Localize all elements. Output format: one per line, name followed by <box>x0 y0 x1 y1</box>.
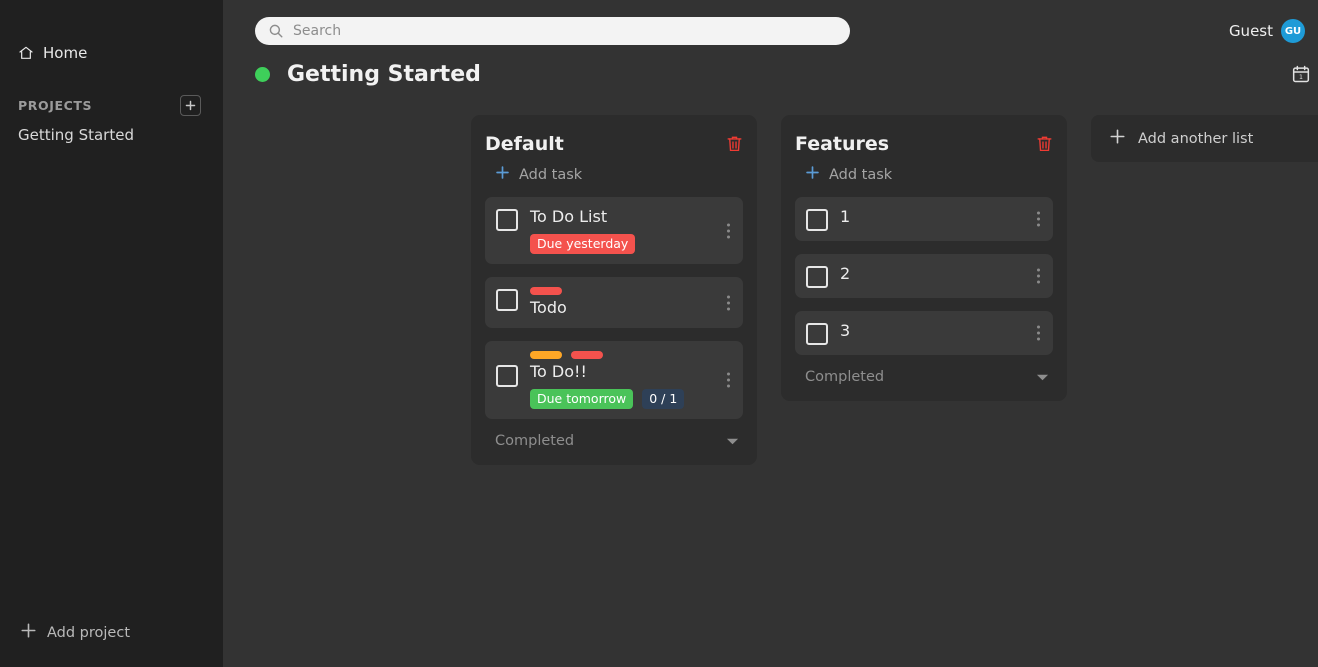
add-task-label: Add task <box>519 166 583 183</box>
list-header: Features <box>795 133 1053 155</box>
task-card[interactable]: Todo <box>485 277 743 328</box>
list-column-features: Features Add task 1 2 3 Completed <box>781 115 1067 401</box>
list-title: Features <box>795 133 890 155</box>
search-icon <box>268 23 284 39</box>
task-labels <box>530 351 731 359</box>
task-title: 2 <box>840 264 851 283</box>
task-menu-icon[interactable] <box>724 292 733 313</box>
sidebar: Home PROJECTS Getting Started Add projec… <box>0 0 223 667</box>
app-root: Home PROJECTS Getting Started Add projec… <box>0 0 1318 667</box>
trash-icon[interactable] <box>726 135 743 153</box>
label-chip <box>530 287 562 295</box>
status-dot-icon <box>255 66 270 82</box>
user-area: Guest GU <box>1229 19 1311 43</box>
task-content: To Do!! Due tomorrow 0 / 1 <box>530 351 731 409</box>
page-title: Getting Started <box>287 61 481 87</box>
add-task-button[interactable]: Add task <box>495 165 743 184</box>
completed-label: Completed <box>495 433 575 449</box>
add-project-label: Add project <box>47 624 131 641</box>
list-column-default: Default Add task To Do List Due yesterda… <box>471 115 757 465</box>
chevron-down-icon <box>1036 373 1049 382</box>
task-title: 3 <box>840 321 851 340</box>
main-area: Guest GU Getting Started 1 Default <box>223 0 1318 667</box>
task-title: 1 <box>840 207 851 226</box>
add-project-button[interactable]: Add project <box>20 622 130 643</box>
task-content: Todo <box>530 287 731 318</box>
sidebar-item-home[interactable]: Home <box>18 44 223 62</box>
task-checkbox[interactable] <box>496 365 518 387</box>
task-menu-icon[interactable] <box>1034 266 1043 287</box>
task-card[interactable]: 3 <box>795 311 1053 355</box>
home-icon <box>18 45 34 61</box>
due-badge: Due yesterday <box>530 234 636 254</box>
top-bar: Guest GU <box>223 0 1318 45</box>
add-project-box-icon[interactable] <box>180 95 201 116</box>
task-card[interactable]: To Do!! Due tomorrow 0 / 1 <box>485 341 743 419</box>
task-content: To Do List Due yesterday <box>530 207 731 254</box>
board-columns: Default Add task To Do List Due yesterda… <box>223 89 1318 465</box>
add-another-list-button[interactable]: Add another list <box>1091 115 1318 162</box>
calendar-icon[interactable]: 1 <box>1291 64 1311 84</box>
trash-icon[interactable] <box>1036 135 1053 153</box>
sidebar-home-label: Home <box>43 44 88 62</box>
search-input[interactable] <box>255 17 850 45</box>
board-header: Getting Started 1 <box>255 59 1311 89</box>
list-title: Default <box>485 133 564 155</box>
task-checkbox[interactable] <box>806 266 828 288</box>
user-name: Guest <box>1228 22 1273 40</box>
projects-section-label: PROJECTS <box>18 98 93 113</box>
completed-label: Completed <box>805 369 885 385</box>
add-task-label: Add task <box>829 166 893 183</box>
completed-section-toggle[interactable]: Completed <box>805 369 1049 385</box>
task-card[interactable]: 2 <box>795 254 1053 298</box>
sidebar-project-label: Getting Started <box>18 126 134 144</box>
plus-icon <box>805 165 820 184</box>
sidebar-item-project-getting-started[interactable]: Getting Started <box>18 126 223 144</box>
task-badges: Due yesterday <box>530 234 731 254</box>
task-content: 2 <box>840 264 1041 284</box>
chevron-down-icon <box>726 437 739 446</box>
task-checkbox[interactable] <box>496 209 518 231</box>
task-card[interactable]: To Do List Due yesterday <box>485 197 743 264</box>
add-task-button[interactable]: Add task <box>805 165 1053 184</box>
task-card[interactable]: 1 <box>795 197 1053 241</box>
task-title: To Do List <box>530 207 608 226</box>
search-container <box>255 17 850 45</box>
avatar[interactable]: GU <box>1281 19 1305 43</box>
task-labels <box>530 287 731 295</box>
task-checkbox[interactable] <box>496 289 518 311</box>
subtask-count-badge: 0 / 1 <box>642 389 685 409</box>
task-menu-icon[interactable] <box>1034 209 1043 230</box>
label-chip <box>530 351 562 359</box>
task-checkbox[interactable] <box>806 323 828 345</box>
task-title: To Do!! <box>530 362 587 381</box>
completed-section-toggle[interactable]: Completed <box>495 433 739 449</box>
svg-text:1: 1 <box>1299 74 1303 81</box>
task-checkbox[interactable] <box>806 209 828 231</box>
task-menu-icon[interactable] <box>1034 323 1043 344</box>
sidebar-projects-header-row: PROJECTS <box>18 95 201 116</box>
add-another-list-label: Add another list <box>1138 130 1254 147</box>
plus-icon <box>1109 128 1126 149</box>
due-badge: Due tomorrow <box>530 389 634 409</box>
task-content: 3 <box>840 321 1041 341</box>
label-chip <box>571 351 603 359</box>
list-header: Default <box>485 133 743 155</box>
plus-icon <box>20 622 37 643</box>
task-badges: Due tomorrow 0 / 1 <box>530 389 731 409</box>
task-content: 1 <box>840 207 1041 227</box>
task-menu-icon[interactable] <box>724 220 733 241</box>
task-title: Todo <box>530 298 567 317</box>
plus-icon <box>495 165 510 184</box>
task-menu-icon[interactable] <box>724 370 733 391</box>
